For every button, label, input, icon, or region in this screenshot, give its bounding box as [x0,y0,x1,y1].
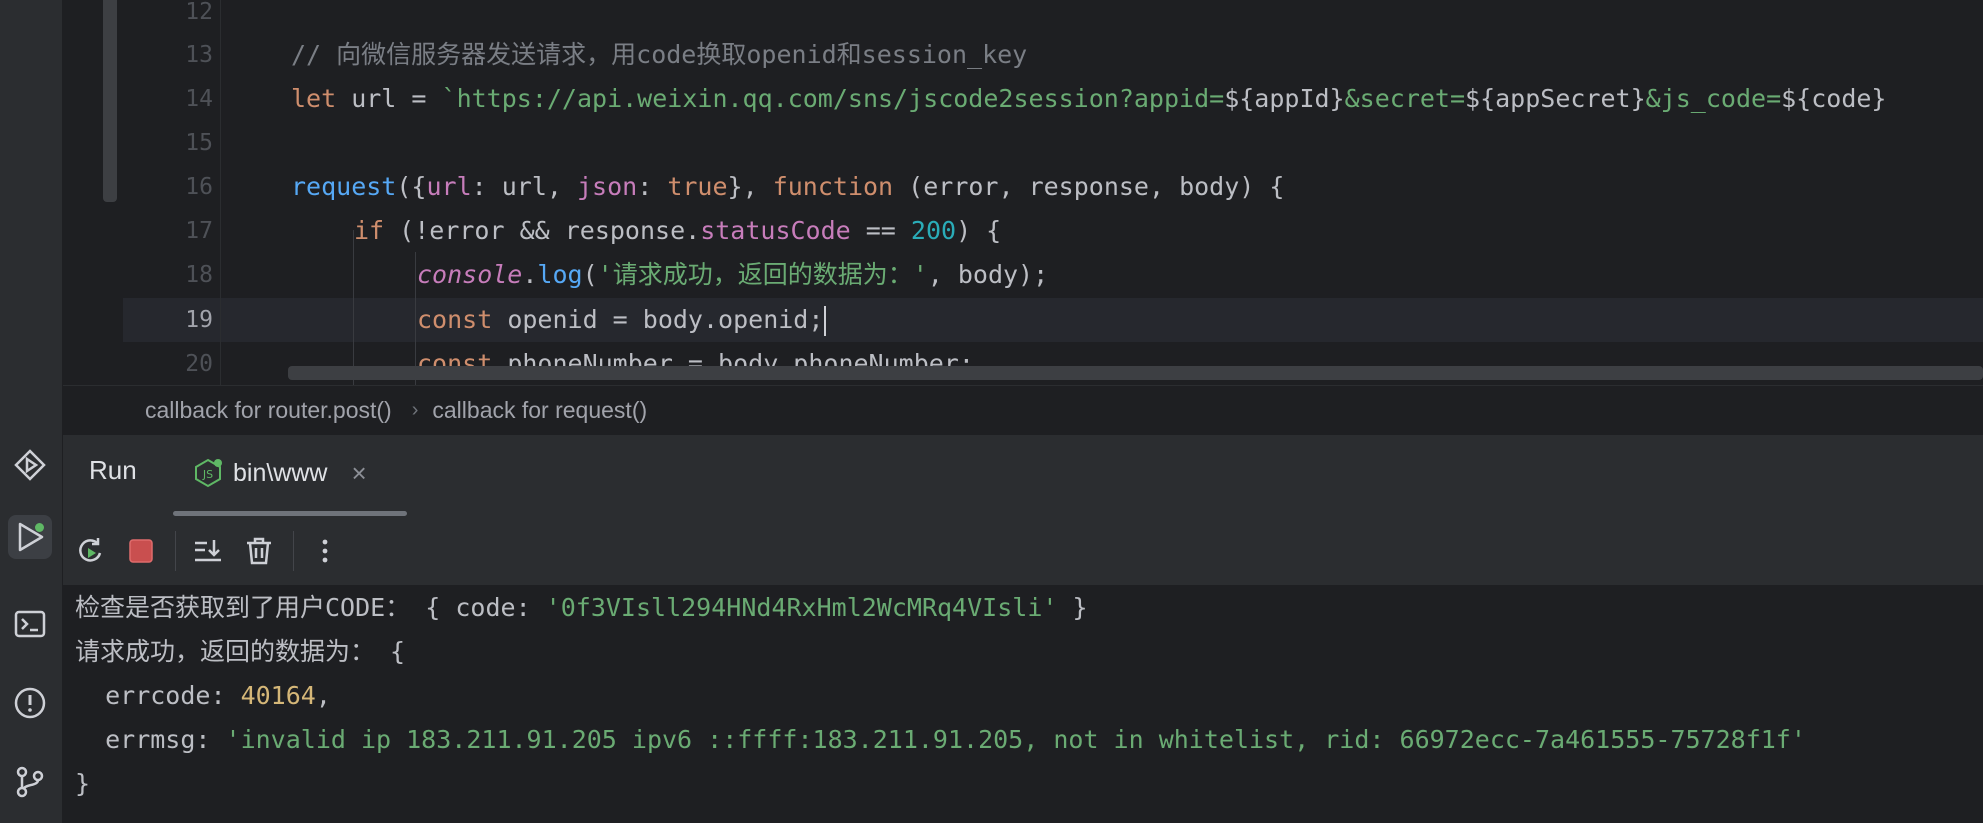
run-tab-label: bin\www [233,458,328,487]
run-window-header: Run JS bin\www × [63,434,1983,517]
tool-window-strip [0,0,63,823]
services-icon [14,449,46,481]
problems-icon [14,687,46,719]
line-number: 14 [185,86,213,112]
console-line: 检查是否获取到了用户CODE： { code: '0f3VIsll294HNd4… [75,593,1088,622]
line-number: 20 [185,351,213,377]
console-output[interactable]: 检查是否获取到了用户CODE： { code: '0f3VIsll294HNd4… [63,586,1983,823]
run-tab-bin-www[interactable]: JS bin\www × [193,453,367,493]
more-vertical-icon [322,539,328,563]
code-line: console.log('请求成功，返回的数据为：', body); [417,260,1049,289]
line-number: 19 [185,307,213,333]
horizontal-scrollbar[interactable] [288,366,1983,380]
breadcrumb-item[interactable]: callback for request() [432,397,647,424]
code-line: const openid = body.openid; [417,298,827,342]
terminal-button[interactable] [8,602,52,646]
breadcrumb-item[interactable]: callback for router.post() [145,397,392,424]
clear-all-button[interactable] [239,531,279,571]
code-line: // 向微信服务器发送请求，用code换取openid和session_key [291,40,1028,69]
run-tool-button[interactable] [8,515,52,559]
scroll-to-end-icon [195,540,221,562]
code-line: if (!error && response.statusCode == 200… [354,216,1002,245]
line-number: 17 [185,218,213,244]
console-line: errmsg: 'invalid ip 183.211.91.205 ipv6 … [75,725,1806,754]
console-line: } [75,769,91,798]
close-icon[interactable]: × [351,458,366,489]
problems-button[interactable] [8,681,52,725]
more-options-button[interactable] [305,531,345,571]
services-button[interactable] [8,443,52,487]
line-number: 12 [185,0,213,25]
console-line: errcode: 40164, [75,681,331,710]
terminal-icon [14,610,46,638]
svg-text:JS: JS [202,468,213,481]
git-button[interactable] [8,760,52,804]
code-line: let url = `https://api.weixin.qq.com/sns… [291,84,1887,113]
stop-button[interactable] [121,531,161,571]
current-line-highlight [123,298,1983,342]
running-indicator [35,523,44,532]
git-icon [16,766,44,798]
code-editor[interactable]: 12 13 // 向微信服务器发送请求，用code换取openid和sessio… [63,0,1983,385]
rerun-icon [79,538,102,562]
line-number: 18 [185,262,213,288]
run-window-title: Run [89,455,137,485]
stop-icon [129,539,153,563]
vertical-scrollbar[interactable] [103,0,117,202]
console-line: 请求成功，返回的数据为： { [75,637,406,666]
breadcrumb: callback for router.post() › callback fo… [63,385,1983,434]
active-tab-indicator [173,511,407,516]
run-toolbar [63,517,1983,586]
trash-icon [247,537,271,565]
nodejs-icon: JS [193,458,223,488]
breadcrumb-separator: › [411,398,419,421]
line-number: 13 [185,42,213,68]
code-line: request({url: url, json: true}, function… [291,172,1285,201]
line-number: 15 [185,130,213,156]
rerun-button[interactable] [70,531,110,571]
scroll-to-end-button[interactable] [188,531,228,571]
text-caret [824,306,827,336]
line-number: 16 [185,174,213,200]
